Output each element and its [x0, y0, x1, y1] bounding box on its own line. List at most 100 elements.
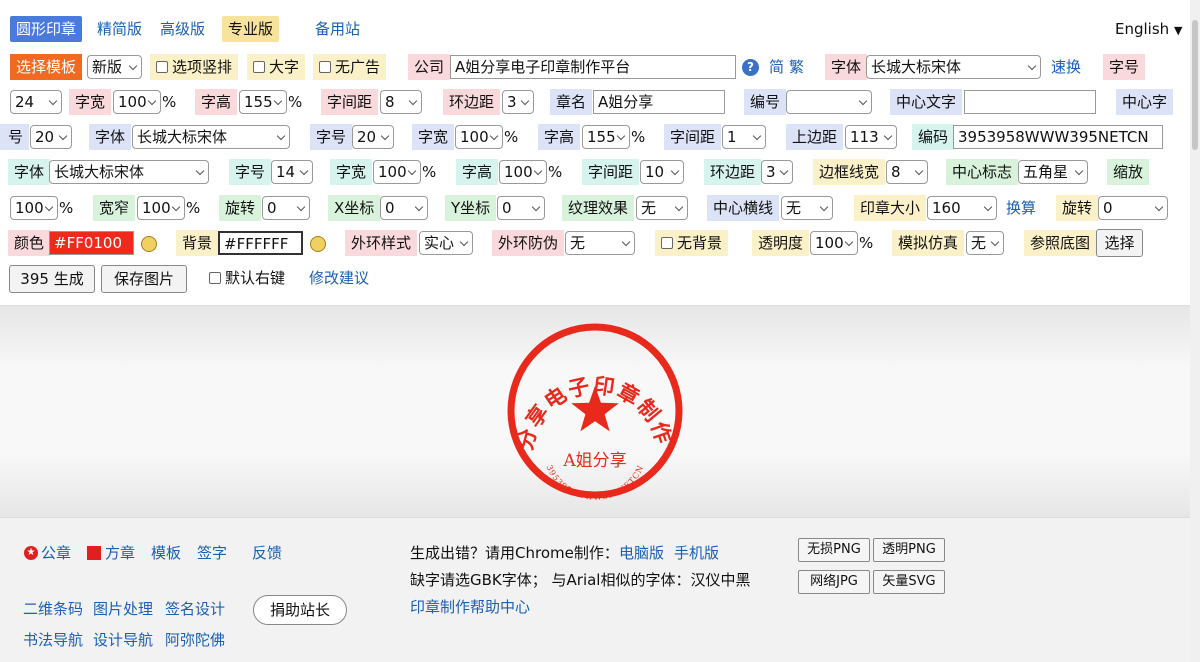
- ring-margin-select[interactable]: 3: [502, 90, 534, 114]
- tab-simple[interactable]: 精简版: [97, 16, 142, 42]
- code-spacing-select[interactable]: 10: [640, 160, 684, 184]
- help-center-link[interactable]: 印章制作帮助中心: [410, 594, 530, 620]
- donate-button[interactable]: 捐助站长: [253, 595, 347, 625]
- code-ring-select[interactable]: 3: [761, 160, 793, 184]
- char-width-select[interactable]: 100: [113, 90, 161, 114]
- background-input[interactable]: #FFFFFF: [218, 231, 303, 255]
- select-template-button[interactable]: 选择模板: [10, 54, 83, 80]
- simplified-link[interactable]: 简: [769, 54, 784, 80]
- code-height-select[interactable]: 100: [499, 160, 547, 184]
- outer-style-label: 外环样式: [345, 230, 418, 256]
- x-coord-select[interactable]: 0: [380, 196, 428, 220]
- border-width-select[interactable]: 8: [886, 160, 928, 184]
- y-coord-select[interactable]: 0: [497, 196, 545, 220]
- char-height-label: 字高: [195, 89, 238, 115]
- texture-select[interactable]: 无: [636, 196, 688, 220]
- vector-svg-button[interactable]: 矢量SVG: [873, 570, 945, 594]
- vertical-option-checkbox[interactable]: 选项竖排: [150, 54, 239, 80]
- signature-design-link[interactable]: 签名设计: [165, 596, 225, 622]
- center-line-select[interactable]: 无: [781, 196, 833, 220]
- center-font-size-label: 中心字: [1116, 89, 1174, 115]
- rotate-select[interactable]: 0: [262, 196, 310, 220]
- suggestion-link[interactable]: 修改建议: [309, 265, 369, 291]
- serial-number-select[interactable]: [786, 90, 872, 114]
- tab-pro[interactable]: 专业版: [222, 16, 280, 42]
- fast-switch-link[interactable]: 速换: [1051, 54, 1081, 80]
- code-size-label: 字号: [229, 159, 272, 185]
- percent-label: %: [186, 199, 201, 217]
- bg-picker-icon[interactable]: [310, 236, 326, 252]
- center-spacing-select[interactable]: 1: [722, 125, 766, 149]
- seal-canvas: A姐分享电子印章制作平台 A姐分享 3953958WWW395NETCN: [0, 286, 1190, 518]
- anti-fake-label: 外环防伪: [492, 230, 565, 256]
- scrollbar[interactable]: [1190, 0, 1200, 662]
- save-image-button[interactable]: 保存图片: [101, 265, 187, 293]
- qr-code-link[interactable]: 二维条码: [23, 596, 83, 622]
- color-input[interactable]: #FF0100: [49, 231, 134, 255]
- feedback-link[interactable]: 反馈: [252, 540, 282, 566]
- template-version-select[interactable]: 新版: [87, 55, 142, 79]
- color-label: 颜色: [8, 230, 51, 256]
- font-select[interactable]: 长城大标宋体: [866, 55, 1041, 79]
- code-input[interactable]: 3953958WWW395NETCN: [953, 125, 1163, 149]
- language-select[interactable]: English ▼: [1115, 16, 1182, 42]
- tab-round-seal[interactable]: 圆形印章: [10, 16, 83, 42]
- center-text-input[interactable]: [964, 90, 1096, 114]
- center-mark-select[interactable]: 五角星: [1018, 160, 1088, 184]
- gbk-hint-text: 缺字请选GBK字体； 与Arial相似的字体：汉仪中黑: [410, 571, 751, 589]
- amitabha-link[interactable]: 阿弥陀佛: [165, 627, 225, 653]
- company-input[interactable]: A姐分享电子印章制作平台: [450, 55, 736, 79]
- seal-name-text: A姐分享: [562, 451, 626, 471]
- narrow-select[interactable]: 100: [137, 196, 185, 220]
- traditional-link[interactable]: 繁: [789, 54, 804, 80]
- center-height-select[interactable]: 155: [582, 125, 630, 149]
- convert-link[interactable]: 换算: [1006, 195, 1036, 221]
- center-font-select[interactable]: 长城大标宋体: [132, 125, 290, 149]
- zoom-select[interactable]: 100: [10, 196, 58, 220]
- image-processing-link[interactable]: 图片处理: [93, 596, 153, 622]
- chapter-name-input[interactable]: A姐分享: [593, 90, 725, 114]
- tab-advanced[interactable]: 高级版: [160, 16, 205, 42]
- tab-backup[interactable]: 备用站: [315, 16, 360, 42]
- mobile-version-link[interactable]: 手机版: [674, 540, 719, 566]
- rotate2-select[interactable]: 0: [1098, 196, 1168, 220]
- square-seal-icon: [87, 546, 101, 560]
- choose-reference-button[interactable]: 选择: [1096, 229, 1143, 257]
- default-right-key-checkbox[interactable]: 默认右键: [209, 265, 285, 291]
- calligraphy-nav-link[interactable]: 书法导航: [23, 627, 83, 653]
- outer-style-select[interactable]: 实心: [419, 231, 473, 255]
- texture-label: 纹理效果: [562, 195, 635, 221]
- code-font-select[interactable]: 长城大标宋体: [49, 160, 209, 184]
- simulate-select[interactable]: 无: [966, 231, 1004, 255]
- char-spacing-select[interactable]: 8: [380, 90, 422, 114]
- lossless-png-button[interactable]: 无损PNG: [798, 538, 870, 562]
- stamp-size-select[interactable]: 160: [927, 196, 997, 220]
- help-icon[interactable]: ?: [742, 59, 759, 76]
- scrollbar-thumb[interactable]: [1192, 20, 1198, 150]
- big-text-checkbox[interactable]: 大字: [247, 54, 306, 80]
- center-width-select[interactable]: 100: [455, 125, 503, 149]
- pc-version-link[interactable]: 电脑版: [619, 540, 664, 566]
- generate-button[interactable]: 395 生成: [9, 265, 95, 293]
- percent-label: %: [631, 128, 646, 146]
- top-margin-select[interactable]: 113: [845, 125, 897, 149]
- font-size-select[interactable]: 24: [10, 90, 62, 114]
- anti-fake-select[interactable]: 无: [565, 231, 635, 255]
- signature-link[interactable]: 签字: [197, 540, 227, 566]
- char-height-select[interactable]: 155: [239, 90, 287, 114]
- no-background-checkbox[interactable]: 无背景: [655, 230, 729, 256]
- opacity-select[interactable]: 100: [810, 231, 858, 255]
- design-nav-link[interactable]: 设计导航: [93, 627, 153, 653]
- web-jpg-button[interactable]: 网络JPG: [798, 570, 870, 594]
- official-seal-link[interactable]: 公章: [41, 540, 71, 566]
- template-link[interactable]: 模板: [151, 540, 181, 566]
- color-picker-icon[interactable]: [141, 236, 157, 252]
- code-size-select[interactable]: 14: [271, 160, 313, 184]
- center-font-size-select[interactable]: 20: [30, 125, 72, 149]
- no-ad-checkbox[interactable]: 无广告: [313, 54, 387, 80]
- center-size-select[interactable]: 20: [352, 125, 394, 149]
- square-seal-link[interactable]: 方章: [105, 540, 135, 566]
- code-width-select[interactable]: 100: [373, 160, 421, 184]
- transparent-png-button[interactable]: 透明PNG: [873, 538, 945, 562]
- zoom-label: 缩放: [1107, 159, 1150, 185]
